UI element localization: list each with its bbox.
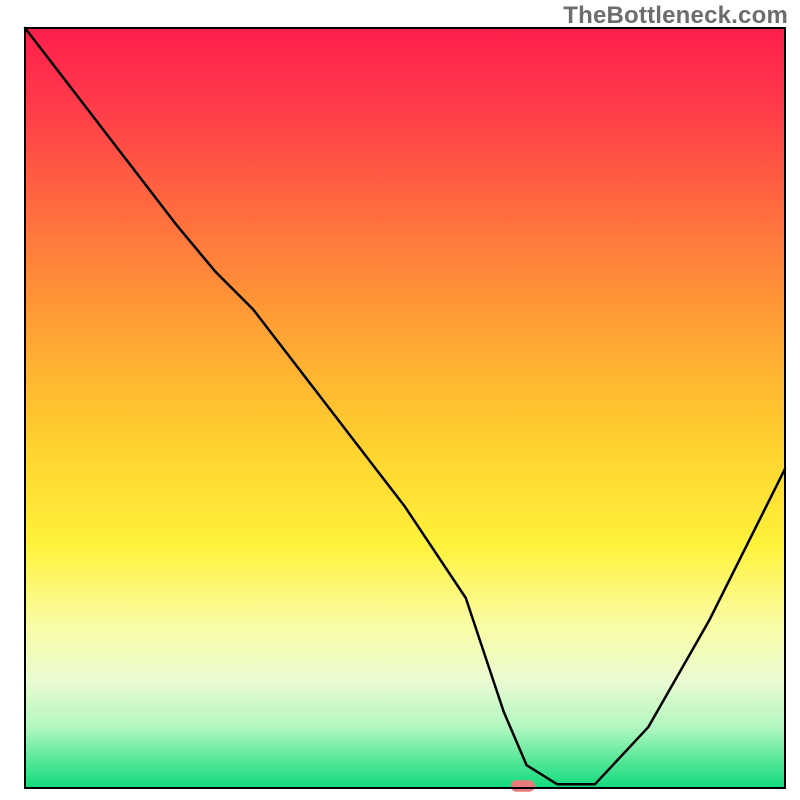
- bottleneck-chart: TheBottleneck.com: [0, 0, 800, 800]
- optimal-marker: [511, 780, 535, 791]
- plot-background: [25, 28, 785, 788]
- chart-svg: [0, 0, 800, 800]
- watermark-text: TheBottleneck.com: [563, 2, 788, 30]
